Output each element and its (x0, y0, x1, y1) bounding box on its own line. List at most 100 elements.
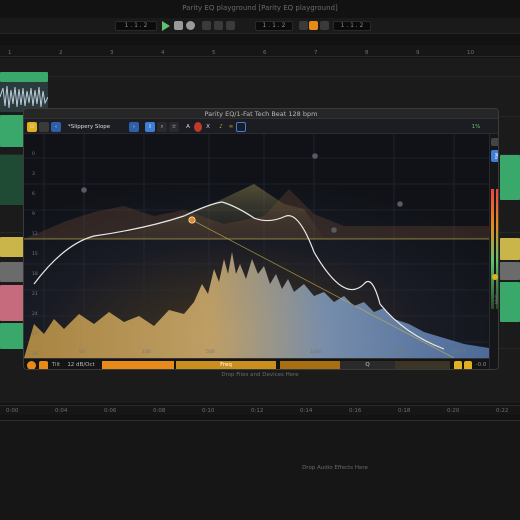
draw-mode-icon[interactable] (320, 21, 329, 30)
db-scale-label: 30 (32, 352, 38, 357)
freq-scale-label: 100 (142, 350, 151, 355)
db-scale-label: 12 (32, 232, 38, 237)
audio-clip[interactable] (500, 282, 520, 322)
audio-clip[interactable] (0, 72, 48, 82)
time-ruler-label: 0:16 (349, 408, 362, 414)
zoom-level[interactable]: 1% (464, 122, 488, 132)
output-readout: -0.0 (475, 362, 487, 368)
record-auto-icon[interactable] (194, 122, 202, 132)
freq-scale-label: 5000 (394, 350, 406, 355)
audio-clip[interactable] (0, 155, 24, 205)
output-meter-strip: MS GAIN (489, 134, 499, 369)
link-icon[interactable]: ∞ (227, 122, 235, 132)
listen-icon[interactable] (464, 361, 472, 369)
drop-effects-hint: Drop Audio Effects Here (302, 465, 368, 471)
audio-clip[interactable] (500, 238, 520, 260)
time-ruler-label: 0:10 (202, 408, 215, 414)
loop-icon[interactable] (299, 21, 308, 30)
settings-icon[interactable] (491, 138, 498, 146)
eq-band-node[interactable] (331, 227, 337, 233)
filter-type-label[interactable]: Tilt (50, 361, 62, 369)
gain-label: GAIN (494, 294, 499, 305)
q-slider-fill[interactable] (280, 361, 340, 369)
eq-band-node[interactable] (81, 187, 87, 193)
punch-icon[interactable] (226, 21, 235, 30)
db-scale-label: 21 (32, 292, 38, 297)
eq-band-node[interactable] (188, 216, 196, 224)
dynamic-slider[interactable] (395, 361, 450, 369)
ruler-bar-number: 1 (8, 50, 12, 56)
freq-scale-label: 1000 (310, 350, 322, 355)
gain-knob[interactable] (492, 274, 498, 280)
audio-clip[interactable] (0, 323, 24, 349)
position-display-left[interactable]: 1 . 1 . 2 (115, 21, 157, 31)
band-power-icon[interactable] (27, 361, 36, 369)
position-display-third[interactable]: 1 . 1 . 2 (333, 21, 371, 31)
time-ruler-label: 0:12 (251, 408, 264, 414)
bypass-icon[interactable] (39, 122, 49, 132)
level-meter-right (496, 189, 498, 309)
audio-clip[interactable] (0, 262, 24, 282)
eq-band-node[interactable] (397, 201, 403, 207)
time-ruler-label: 0:00 (6, 408, 19, 414)
device-panel (0, 420, 520, 520)
db-scale-label: 18 (32, 272, 38, 277)
ruler-bar-number: 3 (110, 50, 114, 56)
daw-window-title: Parity EQ playground [Parity EQ playgrou… (182, 4, 338, 12)
freq-slider[interactable]: Freq (176, 361, 276, 369)
band-enable-icon[interactable] (39, 361, 48, 369)
automation-icon[interactable] (214, 21, 223, 30)
time-ruler-label: 0:18 (398, 408, 411, 414)
ms-button[interactable]: MS (491, 150, 498, 162)
play-icon[interactable] (162, 21, 170, 31)
position-display-right[interactable]: 1 . 1 . 2 (255, 21, 293, 31)
arrangement-ruler[interactable] (0, 45, 520, 57)
freq-scale-label: 10000 (452, 350, 467, 355)
prev-preset-icon[interactable]: ‹ (51, 122, 61, 132)
ab-toggle[interactable]: A (184, 122, 192, 132)
audio-clip[interactable] (0, 115, 24, 147)
time-ruler-label: 0:20 (447, 408, 460, 414)
midi-learn-icon[interactable]: ♪ (217, 122, 225, 132)
audio-clip[interactable] (500, 155, 520, 200)
ruler-bar-number: 6 (263, 50, 267, 56)
audio-clip[interactable] (0, 285, 24, 321)
time-ruler-label: 0:04 (55, 408, 68, 414)
db-scale-label: 6 (32, 192, 35, 197)
save-icon[interactable]: ⇩ (145, 122, 155, 132)
db-scale-label: 0 (32, 152, 35, 157)
search-icon[interactable]: ⌕ (157, 122, 167, 132)
ruler-bar-number: 10 (467, 50, 474, 56)
time-ruler-label: 0:08 (153, 408, 166, 414)
next-preset-icon[interactable]: › (129, 122, 139, 132)
gain-slider[interactable] (102, 361, 174, 369)
slope-select[interactable]: 12 dB/Oct (64, 361, 98, 369)
time-ruler-label: 0:06 (104, 408, 117, 414)
ruler-bar-number: 2 (59, 50, 63, 56)
preset-name[interactable]: *Slippery Slope (64, 122, 124, 132)
ruler-bar-number: 5 (212, 50, 216, 56)
stop-icon[interactable] (174, 21, 183, 30)
audio-clip[interactable] (500, 262, 520, 280)
db-scale-label: 9 (32, 212, 35, 217)
undo-icon[interactable] (236, 122, 246, 132)
q-slider[interactable]: Q (340, 361, 395, 369)
eq-band-node[interactable] (312, 153, 318, 159)
freq-scale-label: 50 (79, 350, 85, 355)
time-ruler-label: 0:14 (300, 408, 313, 414)
eq-display[interactable]: 0 3 6 9 12 15 18 21 24 27 30 50 100 500 1000 5000 10000 (24, 134, 489, 359)
audio-clip[interactable] (0, 237, 24, 257)
power-icon[interactable]: ⏻ (27, 122, 37, 132)
drop-files-hint: Drop Files and Devices Here (221, 372, 299, 378)
record-icon[interactable] (186, 21, 195, 30)
ruler-bar-number: 7 (314, 50, 318, 56)
overdub-icon[interactable] (202, 21, 211, 30)
star-icon[interactable]: ☆ (169, 122, 179, 132)
db-scale-label: 15 (32, 252, 38, 257)
freq-scale-label: 500 (206, 350, 215, 355)
plugin-bottom-bar: Tilt 12 dB/Oct Freq Q -0.0 (24, 358, 489, 369)
loop-toggle-icon[interactable] (309, 21, 318, 30)
solo-icon[interactable] (454, 361, 462, 369)
reset-button[interactable]: X (204, 122, 212, 132)
ruler-bar-number: 8 (365, 50, 369, 56)
